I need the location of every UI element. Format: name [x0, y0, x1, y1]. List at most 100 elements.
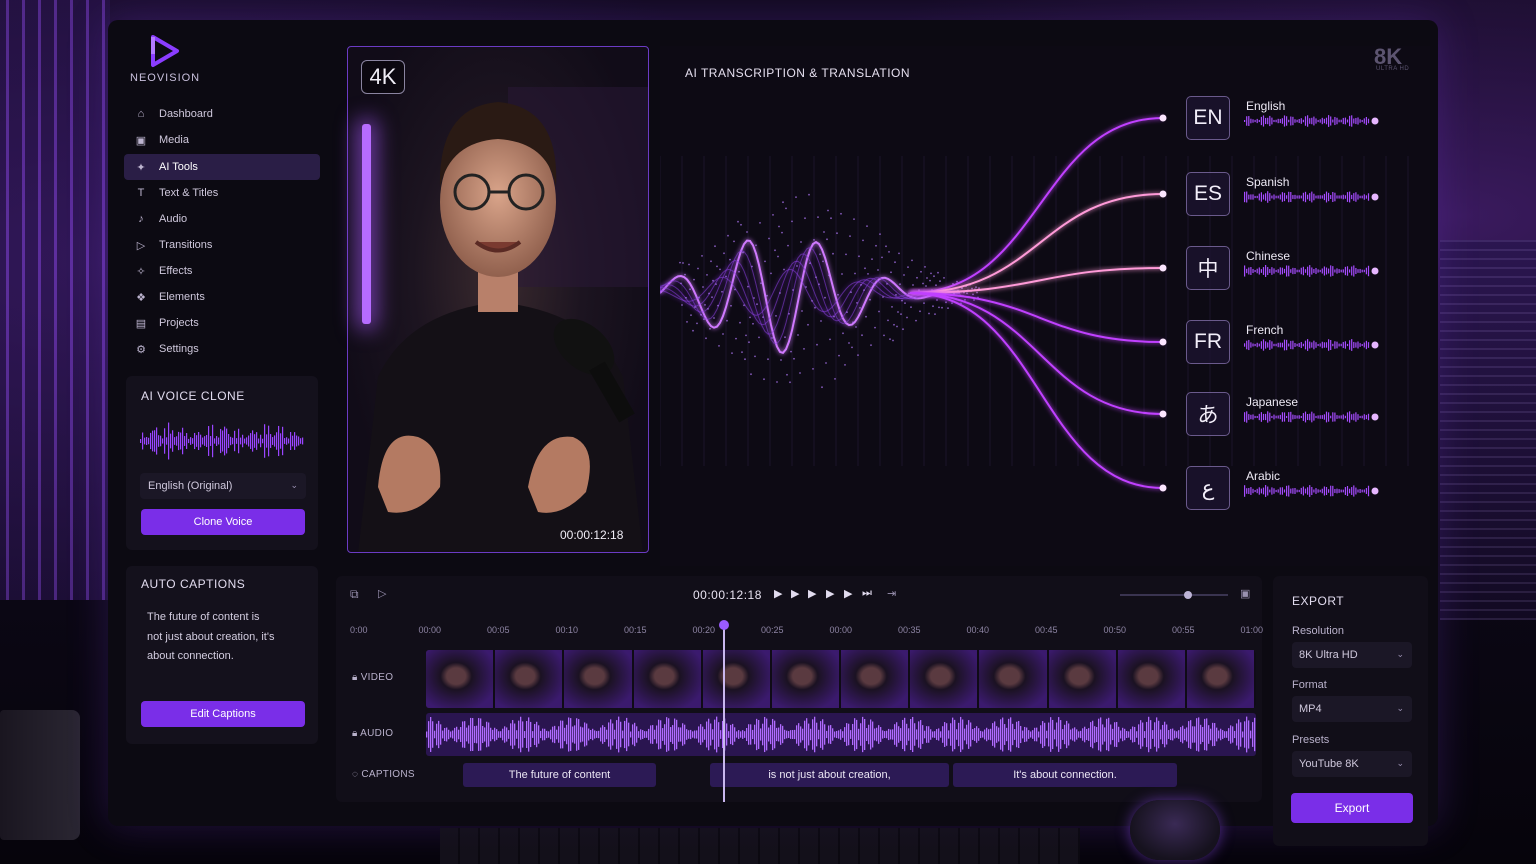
- caption-chip-2[interactable]: is not just about creation,: [710, 763, 949, 787]
- ruler-tick-label: 00:10: [555, 625, 579, 635]
- video-clip[interactable]: [702, 650, 772, 708]
- step-icon[interactable]: ▶: [791, 587, 799, 600]
- sidebar-item-media[interactable]: ▣ Media: [124, 127, 320, 153]
- lang-code-spanish[interactable]: ES: [1186, 172, 1230, 216]
- lang-code-japanese[interactable]: あ: [1186, 392, 1230, 436]
- sidebar-item-text-titles[interactable]: T Text & Titles: [124, 180, 320, 206]
- city-window: [1440, 240, 1536, 620]
- video-clip[interactable]: [564, 650, 634, 708]
- caption-text: The future of content is not just about …: [147, 611, 275, 662]
- sidebar-item-label: Dashboard: [159, 108, 213, 120]
- audio-track-label: 🔒︎ AUDIO: [352, 728, 394, 739]
- video-clip[interactable]: [1186, 650, 1256, 708]
- play-icon[interactable]: ▶: [774, 587, 782, 600]
- lang-waveform: [1244, 265, 1379, 277]
- ruler-tick-label: 00:15: [624, 625, 647, 635]
- timeline-timecode: 00:00:12:18: [693, 588, 762, 602]
- caption-chip-3[interactable]: It's about connection.: [953, 763, 1177, 787]
- lang-waveform: [1244, 411, 1379, 423]
- text-icon: T: [137, 187, 145, 199]
- ruler-tick-label: 00:45: [1035, 625, 1058, 635]
- video-track[interactable]: [426, 650, 1256, 708]
- home-icon: ⌂: [137, 108, 145, 120]
- clone-voice-button[interactable]: Clone Voice: [141, 509, 305, 535]
- captions-track-label: ◌ CAPTIONS: [352, 769, 415, 780]
- sidebar-item-label: Media: [159, 134, 189, 146]
- resolution-value: 8K Ultra HD: [1299, 649, 1358, 661]
- ruler-tick-label: 00:05: [487, 625, 510, 635]
- sidebar-item-effects[interactable]: ✧ Effects: [124, 258, 320, 284]
- app-logo[interactable]: NEOVISION: [130, 34, 200, 84]
- playhead[interactable]: [723, 624, 725, 802]
- ruler-tick-label: 00:50: [1103, 625, 1127, 635]
- ruler-tick-label: 00:55: [1172, 625, 1195, 635]
- sidebar-nav: ⌂ Dashboard ▣ Media ✦ AI Tools T Text & Titles ♪…: [124, 101, 320, 362]
- video-preview[interactable]: [347, 46, 649, 553]
- video-clip[interactable]: [495, 650, 565, 708]
- voice-clone-panel: AI VOICE CLONE English (Original) ⌄ Clon…: [126, 376, 318, 550]
- voice-waveform: [140, 422, 304, 460]
- format-select[interactable]: MP4 ⌄: [1292, 696, 1412, 722]
- transition-icon: ▷: [136, 239, 146, 252]
- translation-title: AI TRANSCRIPTION & TRANSLATION: [685, 66, 911, 80]
- lang-waveform: [1244, 191, 1379, 203]
- forward-icon[interactable]: ▷: [378, 587, 386, 600]
- voice-clone-title: AI VOICE CLONE: [141, 389, 245, 403]
- video-clip[interactable]: [841, 650, 911, 708]
- crop-icon[interactable]: ⧉: [350, 587, 359, 602]
- quality-badge: 4K: [361, 60, 405, 94]
- chevron-down-icon: ⌄: [1396, 649, 1404, 659]
- resolution-select[interactable]: 8K Ultra HD ⌄: [1292, 642, 1412, 668]
- sidebar-item-transitions[interactable]: ▷ Transitions: [124, 232, 320, 258]
- edit-captions-button[interactable]: Edit Captions: [141, 701, 305, 727]
- video-clip[interactable]: [1117, 650, 1187, 708]
- sidebar-item-label: Audio: [159, 213, 188, 225]
- presets-select[interactable]: YouTube 8K ⌄: [1292, 751, 1412, 777]
- frame-forward-icon[interactable]: ▶: [844, 587, 852, 600]
- mouse: [1130, 800, 1220, 860]
- skip-end-icon[interactable]: ⏭: [862, 587, 872, 600]
- chevron-down-icon: ⌄: [1396, 703, 1404, 713]
- lang-code-chinese[interactable]: 中: [1186, 246, 1230, 290]
- sidebar-item-label: Settings: [159, 343, 199, 355]
- sidebar-item-elements[interactable]: ❖ Elements: [124, 284, 320, 310]
- video-clip[interactable]: [426, 650, 496, 708]
- export-title: EXPORT: [1292, 594, 1345, 608]
- elements-icon: ❖: [136, 291, 146, 304]
- play-main-icon[interactable]: ▶: [826, 587, 834, 600]
- lang-waveform: [1244, 115, 1379, 127]
- sidebar-item-settings[interactable]: ⚙ Settings: [124, 336, 320, 362]
- loop-icon[interactable]: ⇥: [887, 587, 896, 600]
- video-track-label: 🔒︎ VIDEO: [352, 672, 394, 683]
- export-button[interactable]: Export: [1291, 793, 1413, 823]
- sidebar-item-label: Elements: [159, 291, 205, 303]
- lang-code-english[interactable]: EN: [1186, 96, 1230, 140]
- fullscreen-icon[interactable]: ▣: [1240, 587, 1250, 600]
- video-clip[interactable]: [979, 650, 1049, 708]
- sidebar-item-audio[interactable]: ♪ Audio: [124, 206, 320, 232]
- lang-code-arabic[interactable]: ع: [1186, 466, 1230, 510]
- video-clip[interactable]: [633, 650, 703, 708]
- zoom-slider[interactable]: [1120, 591, 1228, 599]
- ruler-tick-label: 00:25: [761, 625, 784, 635]
- resolution-badge-sub: ULTRA HD: [1376, 66, 1410, 72]
- caption-chip-1[interactable]: The future of content: [463, 763, 656, 787]
- video-clip[interactable]: [771, 650, 842, 708]
- music-icon: ♪: [138, 213, 144, 225]
- playhead-handle[interactable]: [719, 620, 729, 630]
- voice-language-select[interactable]: English (Original) ⌄: [140, 473, 306, 499]
- lang-code-french[interactable]: FR: [1186, 320, 1230, 364]
- play-logo-icon: [151, 35, 179, 67]
- sidebar-item-ai-tools[interactable]: ✦ AI Tools: [124, 154, 320, 180]
- video-clip[interactable]: [910, 650, 980, 708]
- video-clip[interactable]: [1048, 650, 1118, 708]
- gear-icon: ⚙: [136, 343, 146, 356]
- sidebar-item-dashboard[interactable]: ⌂ Dashboard: [124, 101, 320, 127]
- sidebar-item-label: Projects: [159, 317, 199, 329]
- ruler-tick-label: 0:00: [350, 625, 368, 635]
- sidebar-item-projects[interactable]: ▤ Projects: [124, 310, 320, 336]
- step-forward-icon[interactable]: ▶: [808, 587, 816, 600]
- audio-track[interactable]: [426, 713, 1256, 756]
- zoom-slider-handle[interactable]: [1184, 591, 1192, 599]
- sidebar-item-label: Effects: [159, 265, 193, 277]
